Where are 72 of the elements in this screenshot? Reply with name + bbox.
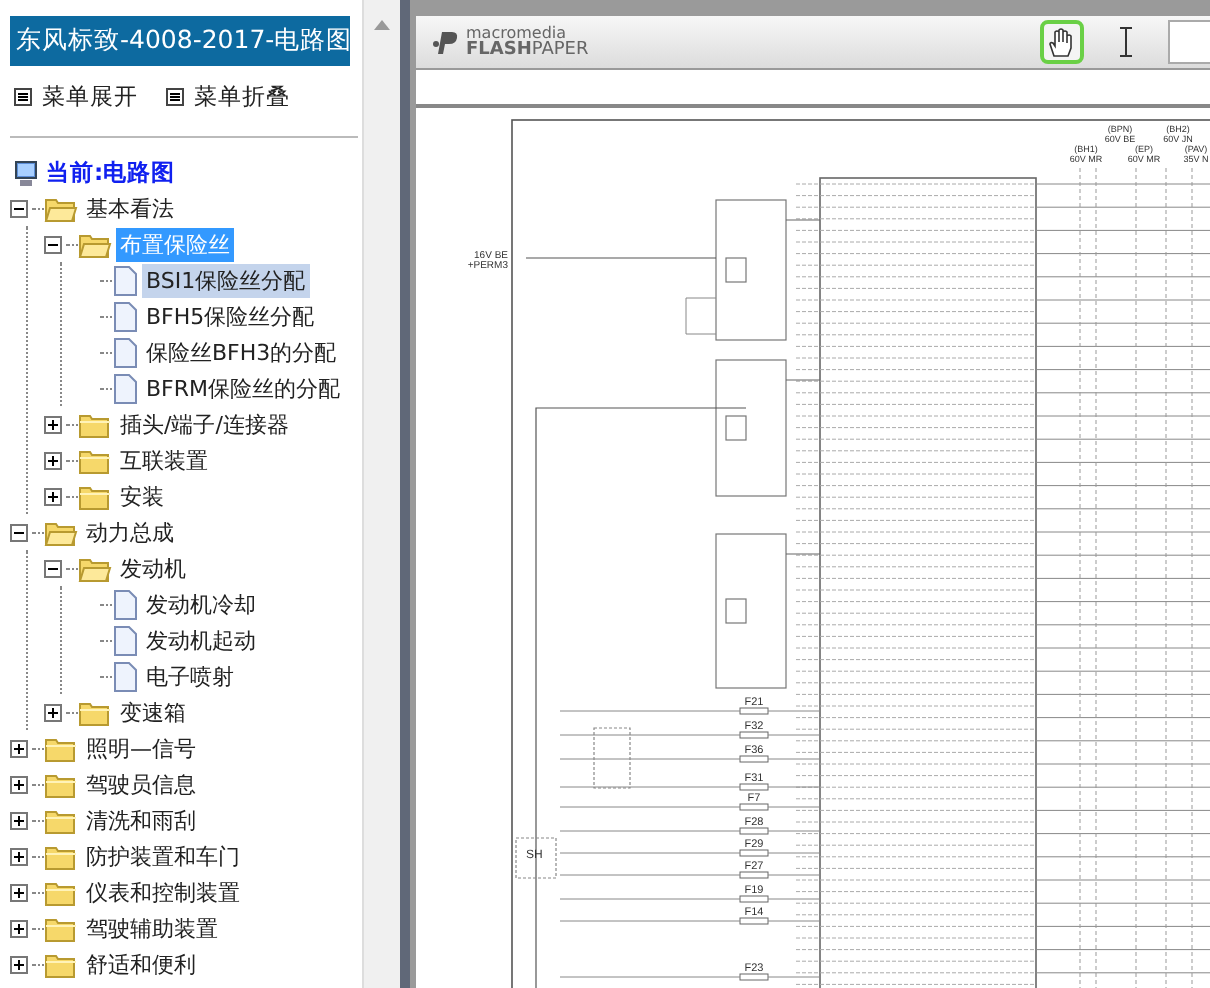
folder-icon bbox=[78, 411, 112, 437]
expand-toggle[interactable] bbox=[10, 919, 28, 937]
window-title: 东风标致-4008-2017-电路图 bbox=[10, 16, 350, 66]
menu-toggle-button[interactable]: 菜单折叠 bbox=[166, 82, 290, 112]
collapse-toggle[interactable] bbox=[44, 559, 62, 577]
tree-item[interactable]: 发动机 bbox=[116, 551, 190, 585]
hand-icon bbox=[1048, 27, 1076, 57]
tree-item[interactable]: 电子喷射 bbox=[142, 659, 238, 693]
tree-item[interactable]: 舒适和便利 bbox=[82, 947, 200, 981]
collapse-toggle[interactable] bbox=[10, 199, 28, 217]
collapse-toggle[interactable] bbox=[44, 235, 62, 253]
folder-icon bbox=[44, 879, 78, 905]
expand-toggle[interactable] bbox=[44, 451, 62, 469]
tree-item[interactable]: BFRM保险丝的分配 bbox=[142, 371, 345, 405]
tree-item[interactable]: BSI1保险丝分配 bbox=[142, 263, 310, 297]
page-icon bbox=[112, 301, 138, 331]
hand-tool-button[interactable] bbox=[1040, 20, 1084, 64]
folder-icon bbox=[44, 843, 78, 869]
tree-item[interactable]: 照明—信号 bbox=[82, 731, 200, 765]
tree-item[interactable]: 仪表和控制装置 bbox=[82, 875, 244, 909]
folder-icon bbox=[44, 807, 78, 833]
expand-toggle[interactable] bbox=[44, 703, 62, 721]
logo-icon bbox=[432, 28, 460, 56]
tree-item[interactable]: 清洗和雨刮 bbox=[82, 803, 200, 837]
expand-toggle[interactable] bbox=[44, 415, 62, 433]
collapse-toggle[interactable] bbox=[10, 523, 28, 541]
expand-toggle[interactable] bbox=[10, 883, 28, 901]
page-icon bbox=[112, 373, 138, 403]
expand-toggle[interactable] bbox=[44, 487, 62, 505]
menu-icon bbox=[166, 88, 184, 106]
current-location: 当前:电路图 bbox=[46, 158, 176, 188]
product-name: FLASHPAPER bbox=[466, 42, 589, 58]
expand-toggle[interactable] bbox=[10, 775, 28, 793]
open-folder-icon bbox=[78, 231, 112, 257]
folder-icon bbox=[44, 771, 78, 797]
page-icon bbox=[112, 661, 138, 691]
tree-item[interactable]: 安装 bbox=[116, 479, 168, 513]
folder-icon bbox=[78, 447, 112, 473]
folder-icon bbox=[78, 699, 112, 725]
page-icon bbox=[112, 337, 138, 367]
computer-icon bbox=[14, 159, 38, 187]
menu-icon bbox=[14, 88, 32, 106]
expand-toggle[interactable] bbox=[10, 739, 28, 757]
page-icon bbox=[112, 589, 138, 619]
open-folder-icon bbox=[44, 519, 78, 545]
brand-name: macromedia bbox=[466, 26, 567, 42]
tree-item[interactable]: 驾驶员信息 bbox=[82, 767, 200, 801]
open-folder-icon bbox=[78, 555, 112, 581]
tree-item[interactable]: 基本看法 bbox=[82, 191, 178, 225]
tree-item[interactable]: 互联装置 bbox=[116, 443, 212, 477]
folder-icon bbox=[78, 483, 112, 509]
tree-item[interactable]: BFH5保险丝分配 bbox=[142, 299, 319, 333]
expand-toggle[interactable] bbox=[10, 955, 28, 973]
tree-item[interactable]: 防护装置和车门 bbox=[82, 839, 244, 873]
expand-toggle[interactable] bbox=[10, 847, 28, 865]
open-folder-icon bbox=[44, 195, 78, 221]
tree-item[interactable]: 插头/端子/连接器 bbox=[116, 407, 293, 441]
folder-icon bbox=[44, 951, 78, 977]
menu-toggle-button[interactable]: 菜单展开 bbox=[14, 82, 138, 112]
folder-icon bbox=[44, 735, 78, 761]
tree-item[interactable]: 驾驶辅助装置 bbox=[82, 911, 222, 945]
page-icon bbox=[112, 265, 138, 295]
folder-icon bbox=[44, 915, 78, 941]
page-field[interactable] bbox=[1168, 20, 1210, 64]
text-cursor-icon bbox=[1118, 26, 1134, 58]
tree-item[interactable]: 保险丝BFH3的分配 bbox=[142, 335, 341, 369]
tree-item[interactable]: 变速箱 bbox=[116, 695, 190, 729]
tree-item[interactable]: 发动机起动 bbox=[142, 623, 260, 657]
tree-item[interactable]: 发动机冷却 bbox=[142, 587, 260, 621]
tree-item[interactable]: 动力总成 bbox=[82, 515, 178, 549]
page-icon bbox=[112, 625, 138, 655]
expand-toggle[interactable] bbox=[10, 811, 28, 829]
